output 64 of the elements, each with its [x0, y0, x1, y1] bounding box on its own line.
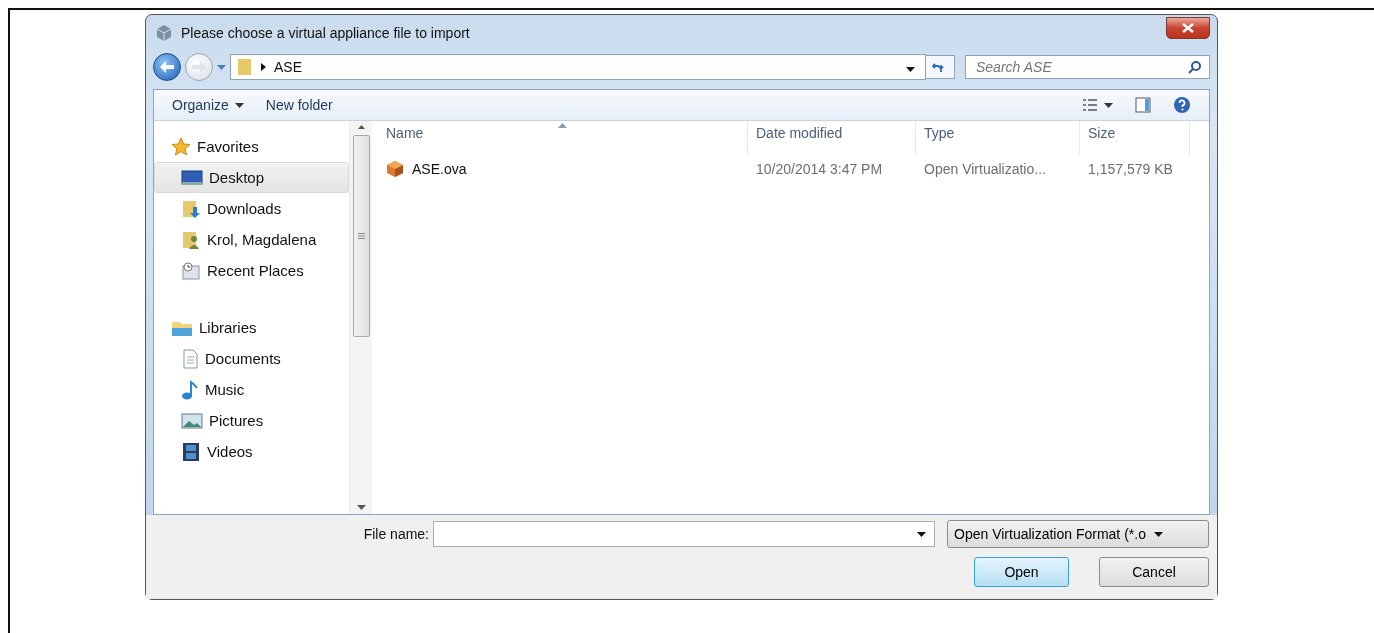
sidebar-item[interactable]: Desktop: [154, 162, 349, 193]
cube-icon: [155, 24, 173, 42]
caret-icon: [234, 102, 244, 108]
picture-icon: [181, 411, 203, 430]
close-icon: [1182, 23, 1194, 33]
file-name-label: File name:: [363, 526, 429, 542]
forward-arrow-icon: [192, 61, 206, 73]
folder-icon: [237, 58, 253, 76]
column-header[interactable]: Date modified: [748, 121, 916, 155]
desktop-icon: [181, 169, 203, 186]
list-view-icon: [1082, 98, 1098, 112]
music-note-icon: [181, 379, 199, 400]
table-cell-text: 1,157,579 KB: [1087, 161, 1174, 177]
back-arrow-icon: [160, 61, 174, 73]
search-field[interactable]: Search ASE: [965, 55, 1210, 79]
scrollbar[interactable]: [349, 121, 372, 514]
help-icon: [1173, 96, 1191, 114]
sidebar-item[interactable]: Downloads: [154, 193, 349, 224]
sidebar-group[interactable]: Favorites: [154, 131, 349, 162]
scroll-down-icon: [356, 505, 366, 510]
address-caret-icon: [906, 67, 915, 72]
path-text: ASE: [274, 59, 303, 75]
column-header[interactable]: Type: [916, 121, 1080, 155]
recent-places-icon: [181, 260, 201, 281]
history-caret-icon: [217, 64, 226, 70]
box-icon: [386, 160, 404, 178]
sidebar-item[interactable]: Documents: [154, 343, 349, 374]
sidebar-item[interactable]: Music: [154, 374, 349, 405]
sidebar-item[interactable]: Pictures: [154, 405, 349, 436]
cancel-button[interactable]: Cancel: [1099, 557, 1209, 587]
refresh-button[interactable]: [925, 55, 955, 79]
document-icon: [181, 348, 199, 369]
folder-person-icon: [181, 229, 201, 250]
column-header[interactable]: Name: [378, 121, 748, 155]
organize-button[interactable]: Organize: [166, 95, 250, 115]
sidebar-item[interactable]: Krol, Magdalena: [154, 224, 349, 255]
sidebar-item[interactable]: Recent Places: [154, 255, 349, 286]
sort-arrow-icon: [558, 123, 567, 128]
table-cell-text: 10/20/2014 3:47 PM: [755, 161, 884, 177]
pane-icon: [1135, 97, 1151, 113]
window-title: Please choose a virtual appliance file to import: [181, 25, 471, 41]
star-icon: [171, 136, 191, 157]
file-type-dropdown[interactable]: Open Virtualization Format (*.o: [947, 520, 1209, 548]
folder-arrow-icon: [181, 198, 201, 219]
scroll-thumb[interactable]: [352, 135, 370, 337]
column-header[interactable]: Size: [1080, 121, 1190, 155]
sidebar-item[interactable]: Videos: [154, 436, 349, 467]
table-cell-text: Open Virtualizatio...: [923, 161, 1047, 177]
film-icon: [181, 441, 201, 462]
scroll-up-icon: [357, 125, 365, 129]
file-name-cell[interactable]: ASE.ova: [378, 160, 748, 178]
search-icon: [1188, 60, 1202, 74]
address-bar[interactable]: ASE: [230, 54, 926, 80]
caret-icon: [1104, 102, 1113, 108]
breadcrumb-arrow-icon: [261, 63, 266, 71]
sidebar-group[interactable]: Libraries: [154, 312, 349, 343]
open-button[interactable]: Open: [974, 557, 1069, 587]
caret-icon: [1153, 531, 1163, 537]
grip-icon: [357, 233, 365, 239]
close-button[interactable]: [1166, 17, 1210, 39]
back-button[interactable]: [153, 53, 181, 81]
file-name-field[interactable]: [433, 521, 935, 547]
new-folder-button[interactable]: New folder: [259, 95, 339, 115]
file-name-caret-icon: [917, 531, 926, 537]
